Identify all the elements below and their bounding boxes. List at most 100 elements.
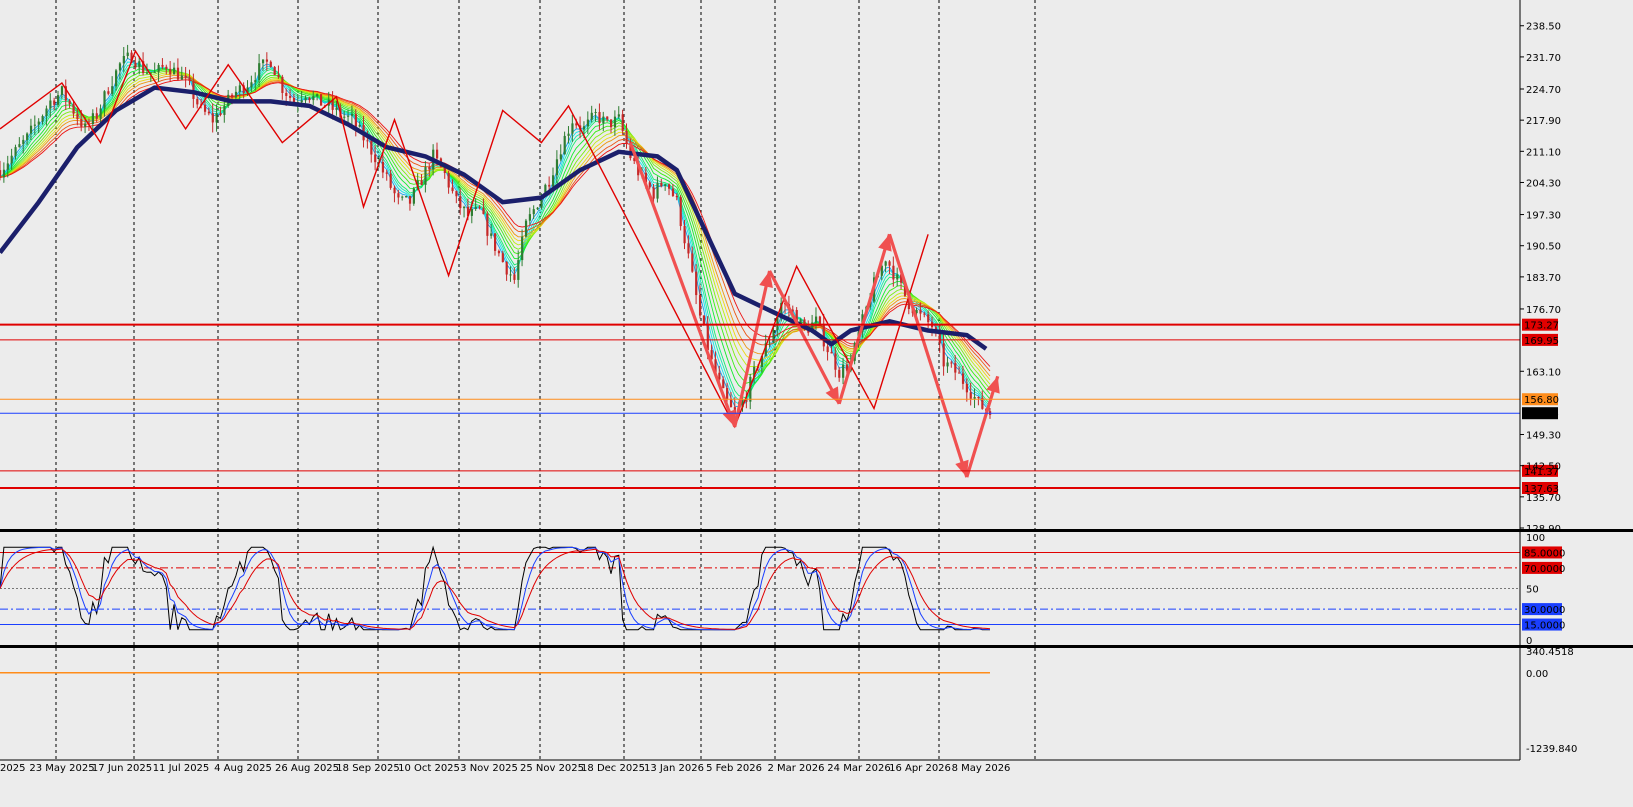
- x-tick-label: 13 Jan 2026: [644, 763, 704, 774]
- x-tick-label: 3 Nov 2025: [460, 763, 518, 774]
- candle-body: [161, 64, 164, 67]
- candle-body: [961, 373, 965, 384]
- candle-body: [358, 124, 361, 127]
- candle-body: [343, 116, 346, 118]
- candle-body: [18, 144, 21, 148]
- candle-body: [691, 253, 694, 272]
- x-tick-label: 17 Jun 2025: [92, 763, 152, 774]
- candle-body: [316, 94, 319, 97]
- candle-body: [621, 114, 624, 131]
- candle-body: [381, 162, 385, 173]
- candle-body: [552, 175, 555, 187]
- candle-body: [401, 196, 404, 198]
- bottom-y-tick: -1239.840: [1526, 744, 1577, 755]
- candle-body: [60, 86, 64, 96]
- osc-level-label: 30.0000: [1524, 605, 1565, 616]
- candle-body: [671, 188, 675, 196]
- candle-body: [95, 113, 98, 119]
- candle-body: [818, 316, 822, 324]
- candle-body: [590, 112, 593, 120]
- x-tick-label: 24 Mar 2026: [827, 763, 890, 774]
- candle-body: [10, 155, 13, 164]
- candle-body: [521, 236, 524, 261]
- candle-body: [111, 86, 114, 94]
- candle-body: [888, 261, 891, 266]
- candle-body: [424, 167, 427, 185]
- candle-body: [265, 59, 269, 62]
- candle-body: [602, 116, 605, 124]
- candle-body: [354, 114, 357, 127]
- candle-body: [219, 113, 222, 115]
- osc-level-label: 15.0000: [1524, 621, 1565, 632]
- candle-body: [969, 392, 972, 399]
- candle-body: [281, 76, 284, 93]
- chart-background: [0, 0, 1633, 807]
- candle-body: [695, 271, 698, 296]
- candle-body: [308, 97, 311, 101]
- candle-body: [57, 95, 60, 105]
- candle-body: [145, 72, 149, 74]
- candle-body: [610, 119, 613, 128]
- candle-body: [834, 353, 837, 370]
- candle-body: [474, 206, 477, 210]
- candle-body: [428, 167, 431, 170]
- candle-body: [203, 104, 207, 112]
- candle-body: [923, 313, 926, 315]
- candle-body: [138, 61, 141, 68]
- x-tick-label: 23 May 2025: [29, 763, 94, 774]
- candle-body: [555, 159, 559, 176]
- candle-body: [72, 104, 75, 114]
- candle-body: [536, 207, 539, 210]
- candle-body: [234, 91, 238, 98]
- candle-body: [405, 196, 408, 198]
- candle-body: [683, 226, 686, 244]
- y-tick-label: 238.50: [1526, 22, 1561, 33]
- candle-body: [625, 130, 628, 144]
- y-tick-label: 190.50: [1526, 242, 1561, 253]
- candle-body: [2, 169, 6, 178]
- y-tick-label: 211.10: [1526, 147, 1561, 158]
- candle-body: [350, 114, 354, 116]
- candle-body: [528, 214, 532, 221]
- y-tick-label: 163.10: [1526, 367, 1561, 378]
- candle-body: [91, 113, 95, 125]
- candle-body: [76, 113, 79, 120]
- candle-body: [153, 71, 156, 73]
- candle-body: [606, 116, 609, 120]
- candle-body: [617, 114, 620, 117]
- candle-body: [822, 323, 825, 347]
- candle-body: [41, 116, 44, 122]
- candle-body: [285, 92, 288, 96]
- candle-body: [37, 121, 40, 125]
- candle-body: [486, 213, 489, 236]
- candle-body: [838, 369, 841, 378]
- y-tick-label: 231.70: [1526, 53, 1561, 64]
- candle-body: [965, 383, 968, 393]
- candle-body: [33, 124, 37, 126]
- candle-body: [490, 233, 493, 236]
- candle-body: [300, 100, 303, 103]
- candle-body: [830, 352, 833, 354]
- candle-body: [173, 67, 176, 75]
- trading-chart[interactable]: 173.27169.95156.80153.95141.37137.63 85.…: [0, 0, 1633, 807]
- candle-body: [45, 108, 48, 117]
- candle-body: [393, 187, 396, 194]
- candle-body: [954, 362, 957, 373]
- candle-body: [99, 108, 102, 119]
- candle-body: [134, 62, 137, 68]
- candle-body: [374, 154, 377, 163]
- candle-body: [664, 184, 667, 187]
- candle-body: [68, 100, 71, 105]
- y-tick-label: 142.50: [1526, 462, 1561, 473]
- candle-body: [273, 66, 276, 76]
- panel-separator: [0, 645, 1633, 648]
- candle-body: [238, 85, 241, 92]
- candle-body: [385, 172, 388, 174]
- candle-body: [470, 209, 473, 216]
- candle-body: [679, 197, 682, 227]
- candle-body: [165, 66, 168, 69]
- candle-body: [412, 188, 415, 204]
- candle-body: [942, 343, 945, 367]
- candle-body: [722, 379, 725, 389]
- candle-body: [215, 113, 218, 123]
